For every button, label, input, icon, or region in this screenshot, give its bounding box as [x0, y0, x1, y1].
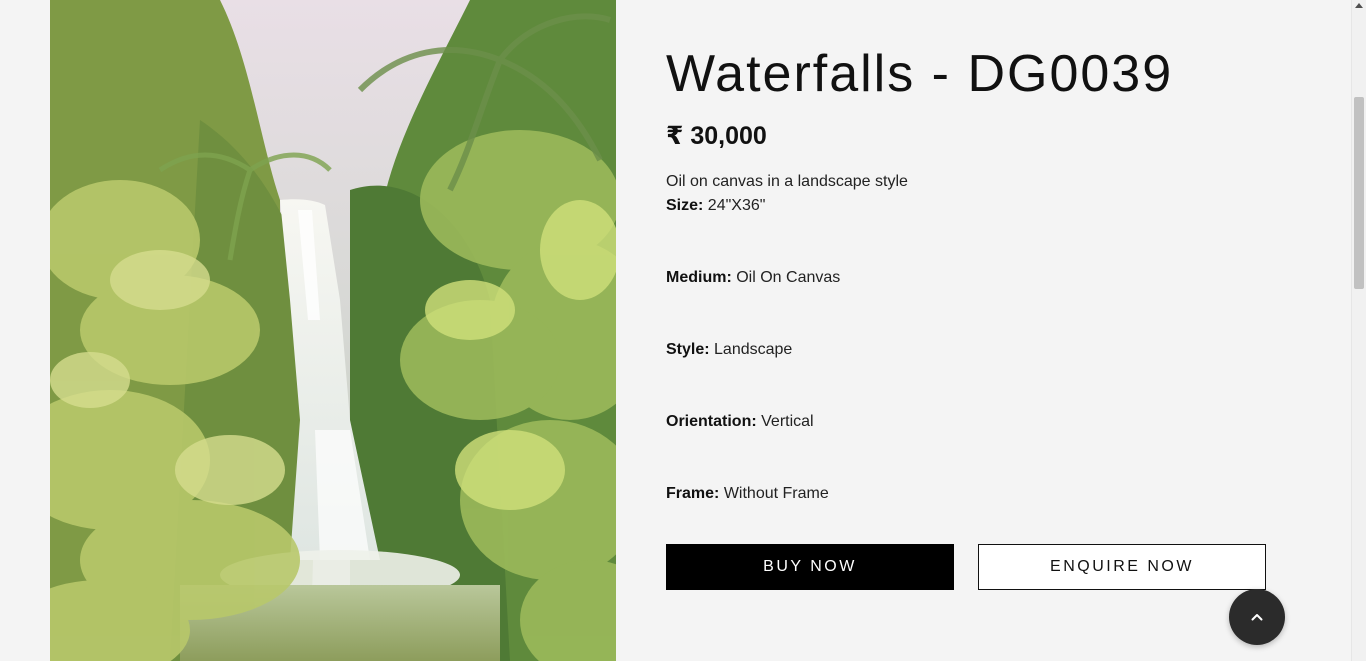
spec-frame: Frame: Without Frame — [666, 485, 829, 503]
spec-medium-value: Oil On Canvas — [736, 269, 841, 286]
product-page: Waterfalls - DG0039 ₹ 30,000 Oil on canv… — [0, 0, 1366, 661]
enquire-now-button[interactable]: ENQUIRE NOW — [978, 544, 1266, 590]
spec-size: Size: 24"X36" — [666, 197, 765, 215]
vertical-scrollbar[interactable] — [1351, 0, 1366, 661]
spec-size-label: Size: — [666, 197, 704, 214]
product-description: Oil on canvas in a landscape style — [666, 173, 908, 190]
product-title: Waterfalls - DG0039 — [666, 45, 1174, 103]
spec-frame-label: Frame: — [666, 485, 720, 502]
spec-style-label: Style: — [666, 341, 710, 358]
waterfall-painting-icon — [50, 0, 616, 661]
buy-now-button[interactable]: BUY NOW — [666, 544, 954, 590]
spec-size-value: 24"X36" — [707, 197, 766, 214]
spec-orientation-label: Orientation: — [666, 413, 757, 430]
back-to-top-button[interactable] — [1229, 589, 1285, 645]
spec-orientation-value: Vertical — [761, 413, 814, 430]
scrollbar-thumb[interactable] — [1354, 97, 1364, 289]
chevron-up-icon — [1251, 614, 1263, 621]
spec-medium: Medium: Oil On Canvas — [666, 269, 840, 287]
product-image[interactable] — [50, 0, 616, 661]
spec-style: Style: Landscape — [666, 341, 792, 359]
spec-style-value: Landscape — [714, 341, 793, 358]
spec-frame-value: Without Frame — [723, 485, 829, 502]
spec-orientation: Orientation: Vertical — [666, 413, 814, 431]
spec-medium-label: Medium: — [666, 269, 732, 286]
scroll-up-arrow-icon[interactable] — [1355, 3, 1363, 8]
product-price: ₹ 30,000 — [666, 122, 767, 150]
